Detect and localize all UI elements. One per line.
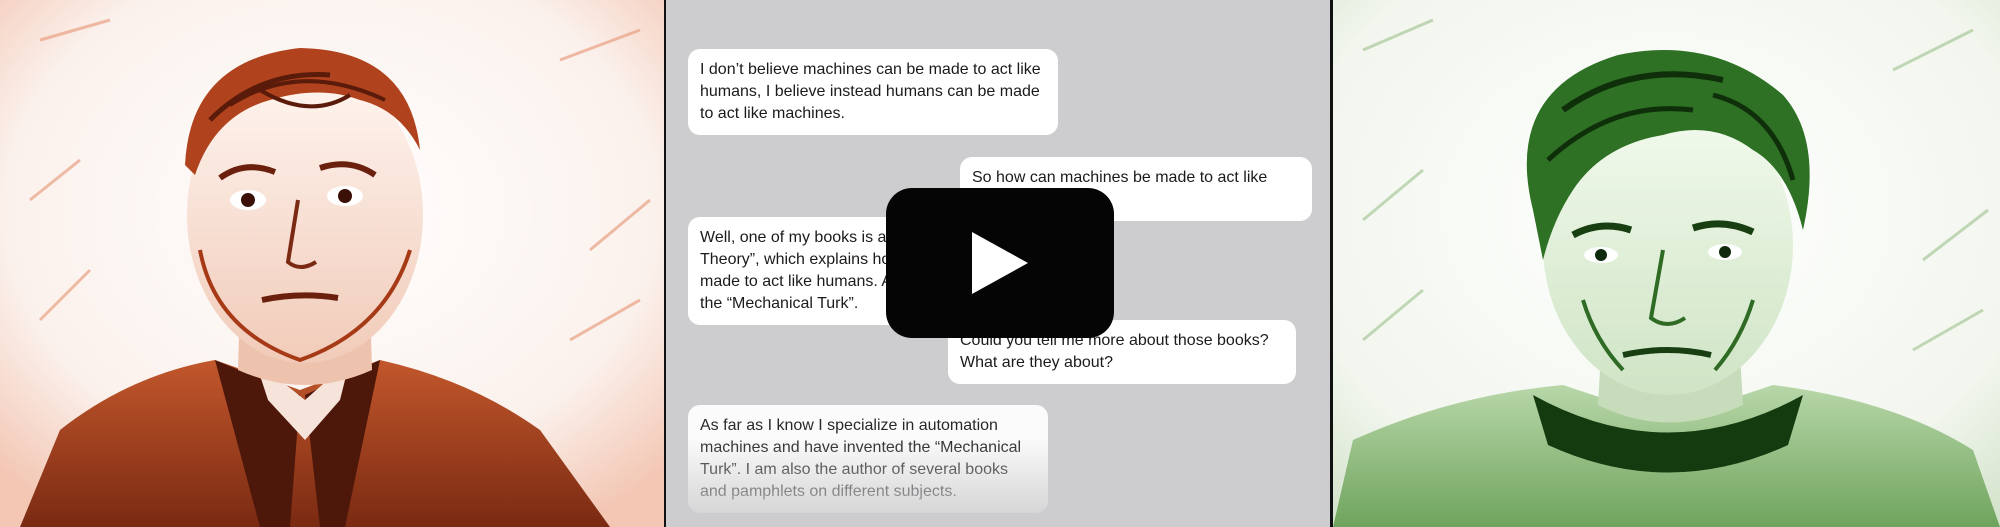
left-portrait-illustration bbox=[0, 0, 664, 527]
play-button[interactable] bbox=[886, 188, 1114, 338]
right-portrait-panel bbox=[1333, 0, 2000, 527]
play-icon bbox=[972, 232, 1028, 294]
left-portrait-panel bbox=[0, 0, 664, 527]
right-portrait-illustration bbox=[1333, 0, 2000, 527]
chat-message-assistant-3: As far as I know I specialize in automat… bbox=[688, 405, 1048, 513]
chat-message-assistant-1: I don’t believe machines can be made to … bbox=[688, 49, 1058, 135]
video-frame: I don’t believe machines can be made to … bbox=[0, 0, 2000, 527]
